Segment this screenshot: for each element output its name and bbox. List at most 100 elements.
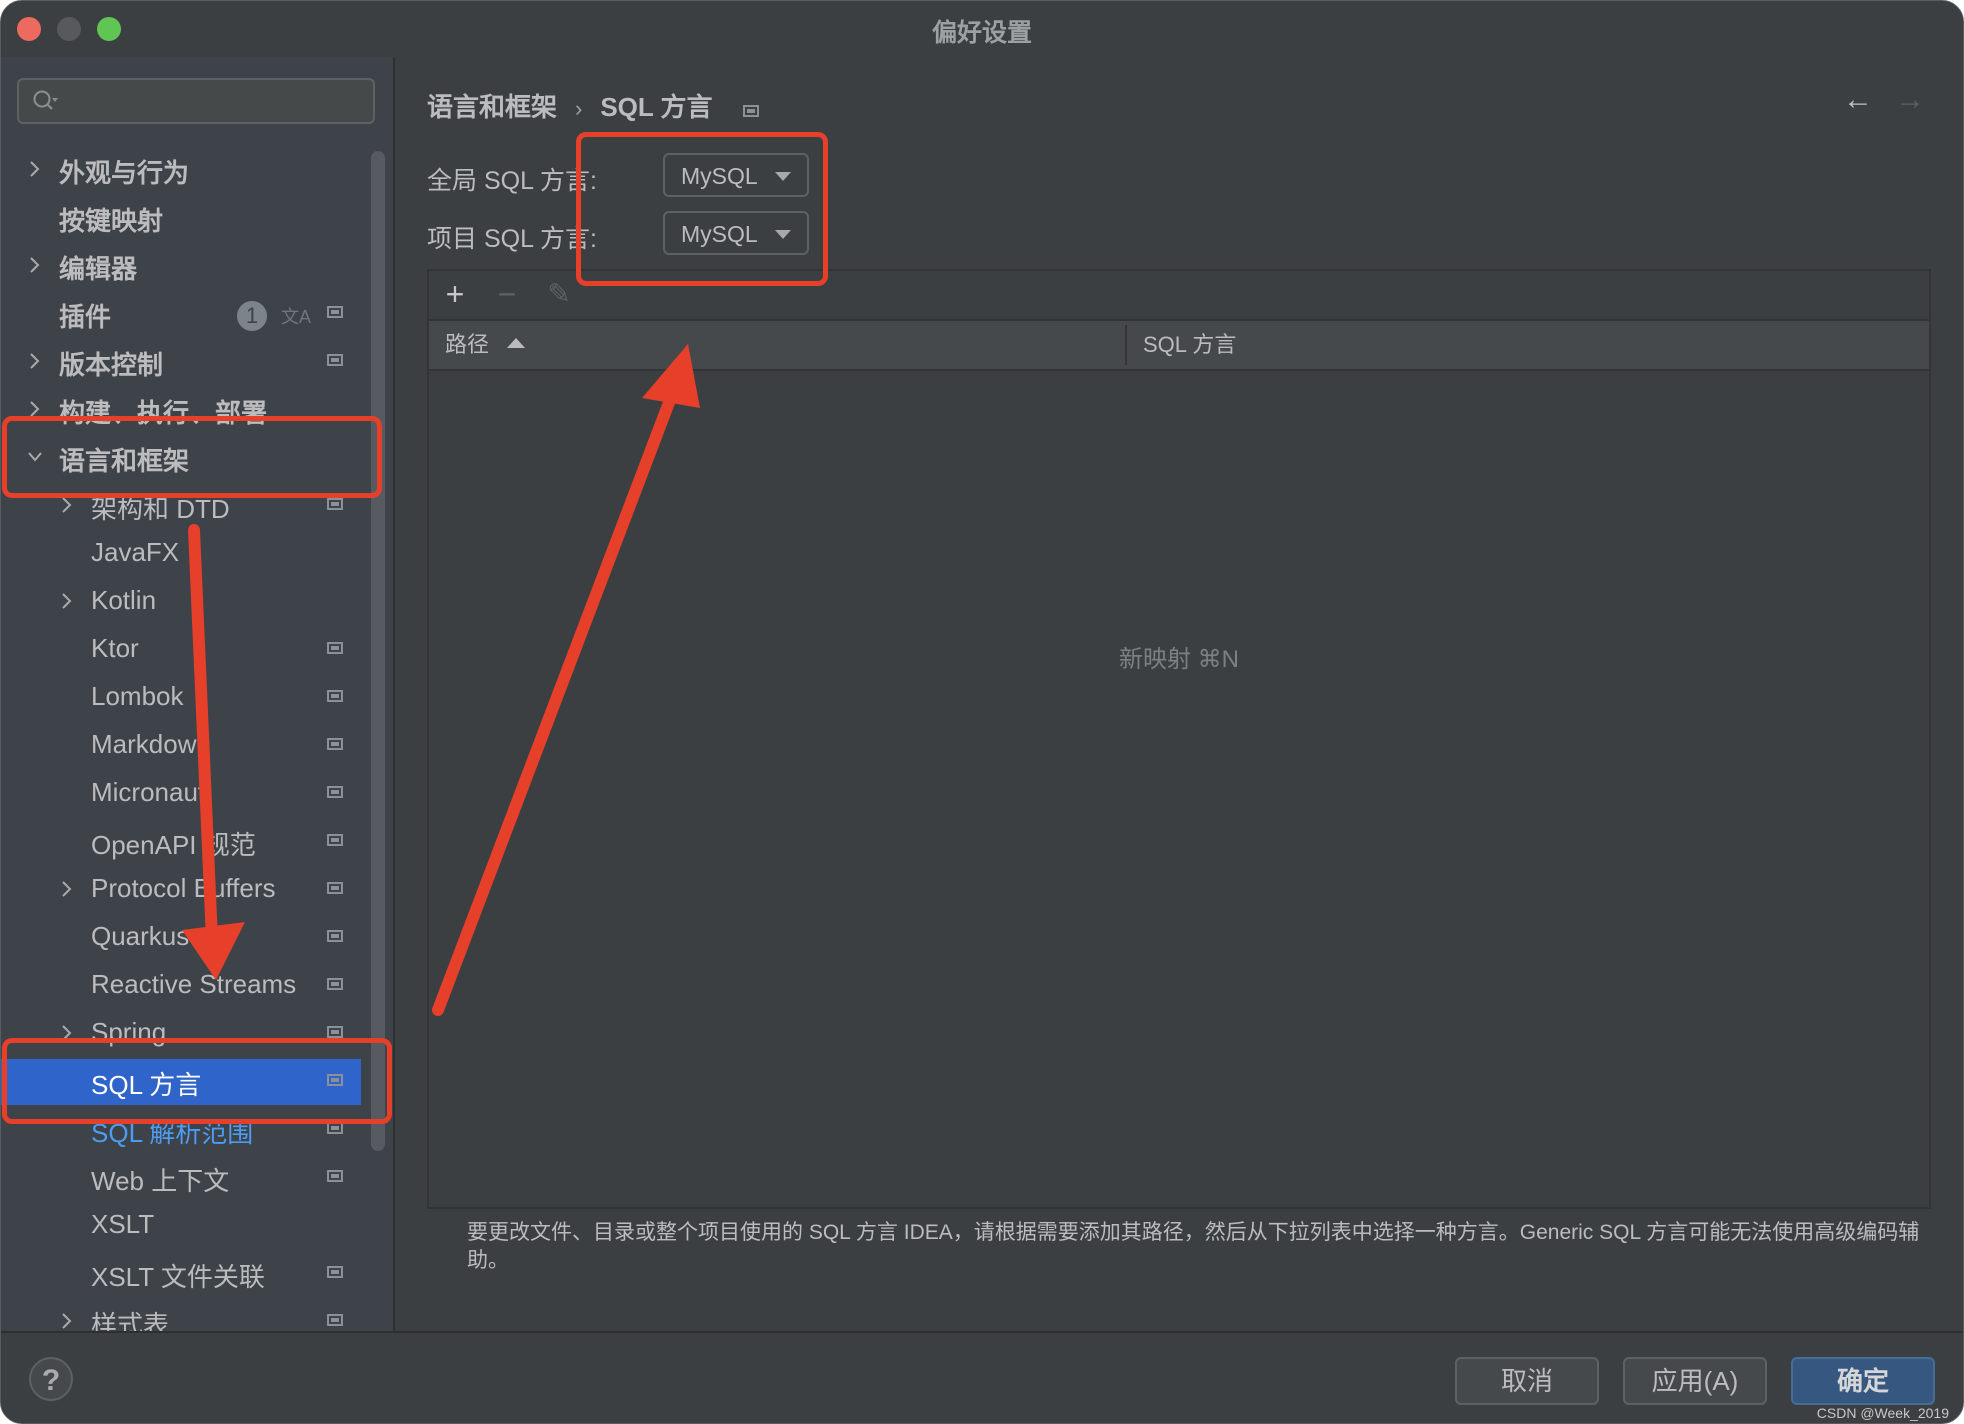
sidebar-item[interactable]: 编辑器	[1, 243, 361, 289]
preferences-window: 偏好设置 外观与行为 按键映射 编辑器 插件 1 文A 版本控制 构建、执行、部署 语言和框架架…	[0, 0, 1964, 1424]
sidebar-item-label: Protocol Buffers	[91, 873, 276, 903]
sidebar-item[interactable]: 外观与行为	[1, 147, 361, 193]
project-level-icon	[327, 978, 343, 990]
sidebar-item-label: XSLT	[91, 1209, 155, 1239]
sidebar-item-label: Quarkus	[91, 921, 190, 951]
sidebar-item[interactable]: XSLT	[1, 1203, 361, 1249]
sidebar-item[interactable]: 按键映射	[1, 195, 361, 241]
chevron-right-icon[interactable]	[27, 351, 43, 371]
back-arrow-icon[interactable]: ←	[1843, 83, 1873, 117]
sidebar-item[interactable]: Kotlin	[1, 579, 361, 625]
forward-arrow-icon[interactable]: →	[1895, 83, 1925, 117]
sidebar-item[interactable]: Protocol Buffers	[1, 867, 361, 913]
chevron-right-icon[interactable]	[59, 879, 75, 899]
window-title: 偏好设置	[931, 19, 1032, 47]
sidebar-item[interactable]: 插件 1 文A	[1, 291, 361, 337]
project-level-icon	[327, 306, 343, 318]
sidebar-item-label: 插件	[59, 302, 112, 332]
sidebar-item-label: JavaFX	[91, 537, 180, 567]
project-level-icon	[327, 1266, 343, 1278]
sidebar-item[interactable]: Quarkus	[1, 915, 361, 961]
apply-button[interactable]: 应用(A)	[1623, 1357, 1767, 1405]
add-mapping-button[interactable]: +	[437, 277, 473, 313]
table-empty-hint[interactable]: 新映射 ⌘N	[429, 639, 1929, 674]
column-divider[interactable]	[1125, 325, 1127, 365]
search-icon	[33, 90, 58, 110]
settings-tree: 外观与行为 按键映射 编辑器 插件 1 文A 版本控制 构建、执行、部署 语言和框架 架构和 DT…	[1, 147, 361, 1331]
global-dialect-label: 全局 SQL 方言:	[427, 167, 597, 195]
column-header-path-label: 路径	[445, 332, 490, 357]
sidebar-item[interactable]: Reactive Streams	[1, 963, 361, 1009]
sidebar-item-label: 样式表	[91, 1310, 170, 1331]
chevron-right-icon[interactable]	[59, 1311, 75, 1331]
sidebar-item-label: 版本控制	[59, 350, 164, 380]
sidebar-item[interactable]: OpenAPI 规范	[1, 819, 361, 865]
project-level-icon	[327, 642, 343, 654]
chevron-right-icon[interactable]	[27, 255, 43, 275]
title-bar: 偏好设置	[1, 1, 1963, 57]
project-level-icon	[327, 690, 343, 702]
project-level-icon	[327, 1170, 343, 1182]
table-header: 路径 SQL 方言	[429, 321, 1929, 371]
sidebar-item-label: Web 上下文	[91, 1166, 230, 1196]
sort-ascending-icon	[507, 338, 526, 349]
sidebar-scrollbar[interactable]	[371, 151, 385, 1151]
project-level-icon	[327, 354, 343, 366]
annotation-box-sql-dialect	[2, 1038, 392, 1124]
chevron-right-icon[interactable]	[27, 159, 43, 179]
dialect-mapping-table: + − ✎ 路径 SQL 方言 新映射 ⌘N	[427, 269, 1931, 1209]
help-button[interactable]: ?	[29, 1357, 73, 1401]
project-level-icon	[327, 882, 343, 894]
project-dialect-label: 项目 SQL 方言:	[427, 225, 597, 253]
cancel-button[interactable]: 取消	[1455, 1357, 1599, 1405]
project-level-icon	[327, 498, 343, 510]
column-header-dialect[interactable]: SQL 方言	[1143, 321, 1236, 369]
project-level-icon	[742, 105, 759, 117]
sidebar-item[interactable]: JavaFX	[1, 531, 361, 577]
sidebar-item[interactable]: 样式表	[1, 1299, 361, 1331]
sidebar-item-label: 编辑器	[59, 254, 138, 284]
breadcrumb-current: SQL 方言	[600, 92, 713, 122]
project-level-icon	[327, 786, 343, 798]
breadcrumb: 语言和框架 › SQL 方言	[427, 87, 759, 124]
watermark: CSDN @Week_2019	[1816, 1405, 1949, 1421]
sidebar-item[interactable]: XSLT 文件关联	[1, 1251, 361, 1297]
sidebar-item-label: Kotlin	[91, 585, 157, 615]
annotation-box-dropdowns	[576, 132, 828, 286]
sidebar-item[interactable]: Markdown	[1, 723, 361, 769]
sidebar-item-label: XSLT 文件关联	[91, 1262, 265, 1292]
edit-mapping-button[interactable]: ✎	[541, 277, 577, 313]
translate-icon: 文A	[281, 307, 312, 327]
sidebar-item-label: OpenAPI 规范	[91, 830, 256, 860]
annotation-box-languages	[2, 416, 382, 498]
sidebar-item[interactable]: Web 上下文	[1, 1155, 361, 1201]
project-level-icon	[327, 738, 343, 750]
project-level-icon	[327, 1314, 343, 1326]
breadcrumb-separator: ›	[575, 96, 583, 121]
remove-mapping-button[interactable]: −	[489, 277, 525, 313]
column-header-path[interactable]: 路径	[445, 321, 526, 369]
project-level-icon	[327, 930, 343, 942]
sidebar-item[interactable]: 版本控制	[1, 339, 361, 385]
chevron-right-icon[interactable]	[59, 591, 75, 611]
project-level-icon	[327, 834, 343, 846]
sidebar-item-label: Lombok	[91, 681, 184, 711]
ok-button[interactable]: 确定	[1791, 1357, 1935, 1405]
sidebar-item[interactable]: Lombok	[1, 675, 361, 721]
dialog-footer: ? 取消 应用(A) 确定 CSDN @Week_2019	[1, 1331, 1963, 1423]
sidebar-item-label: Markdown	[91, 729, 211, 759]
sidebar-item-label: Micronaut	[91, 777, 206, 807]
sidebar-item-label: Reactive Streams	[91, 969, 297, 999]
settings-search-input[interactable]	[17, 78, 375, 124]
sidebar-item[interactable]: Micronaut	[1, 771, 361, 817]
sidebar-item-label: 按键映射	[59, 206, 164, 236]
sidebar-item-label: 外观与行为	[59, 158, 190, 188]
settings-sidebar: 外观与行为 按键映射 编辑器 插件 1 文A 版本控制 构建、执行、部署 语言和框架 架构和 DT…	[1, 57, 395, 1331]
project-level-icon	[327, 1026, 343, 1038]
sidebar-item[interactable]: Ktor	[1, 627, 361, 673]
sidebar-item-label: Ktor	[91, 633, 139, 663]
breadcrumb-parent[interactable]: 语言和框架	[427, 92, 557, 122]
update-count-badge: 1	[237, 301, 267, 331]
help-description: 要更改文件、目录或整个项目使用的 SQL 方言 IDEA，请根据需要添加其路径，…	[467, 1221, 1920, 1272]
chevron-right-icon[interactable]	[59, 495, 75, 515]
